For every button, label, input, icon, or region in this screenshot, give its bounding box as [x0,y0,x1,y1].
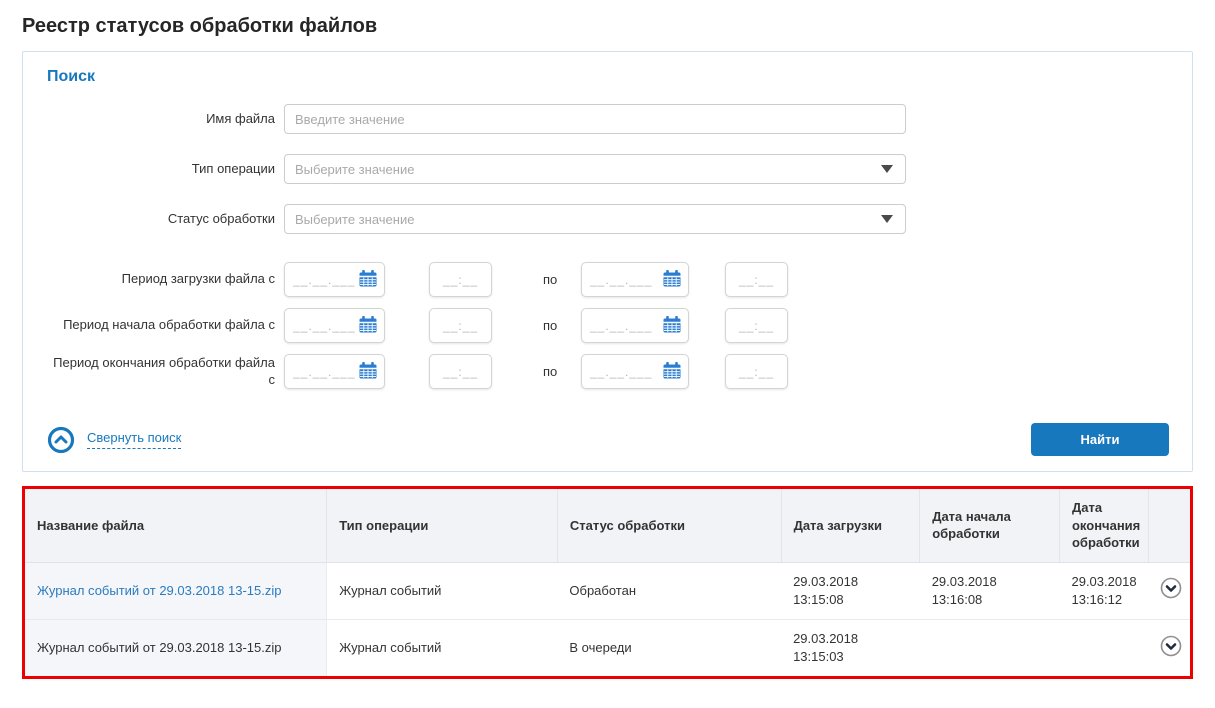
end-date-cell [1059,619,1148,676]
upload-date-cell: 29.03.2018 13:15:08 [781,562,920,619]
end-period-to-time[interactable] [725,354,788,389]
calendar-icon[interactable] [359,270,377,290]
table-header-row: Название файла Тип операции Статус обраб… [25,489,1190,562]
start-period-label: Период начала обработки файла с [47,317,275,333]
time-input[interactable] [737,365,777,379]
to-label: по [543,364,563,379]
date-input[interactable] [590,319,652,333]
upload-period-label: Период загрузки файла с [47,271,275,287]
date-input[interactable] [293,319,355,333]
file-name-row: Имя файла [47,104,1170,134]
upload-period-row: Период загрузки файла с по [47,262,1170,297]
expand-row-chevron-icon[interactable] [1160,635,1182,657]
start-period-to-date[interactable] [581,308,689,343]
date-input[interactable] [293,365,355,379]
start-period-from-time[interactable] [429,308,492,343]
chevron-down-icon [881,165,893,173]
processing-status-label: Статус обработки [47,211,275,227]
chevron-up-circle-icon[interactable] [47,426,75,454]
find-button[interactable]: Найти [1031,423,1169,456]
search-panel: Поиск Имя файла Тип операции Выберите зн… [22,51,1193,472]
time-input[interactable] [737,273,777,287]
end-period-to-date[interactable] [581,354,689,389]
date-input[interactable] [590,365,652,379]
end-period-label: Период окончания обработки файла с [47,355,275,388]
end-period-row: Период окончания обработки файла с по [47,354,1170,389]
upload-period-to-date[interactable] [581,262,689,297]
calendar-icon[interactable] [663,316,681,336]
processing-status-select[interactable]: Выберите значение [284,204,906,234]
calendar-icon[interactable] [663,362,681,382]
calendar-icon[interactable] [663,270,681,290]
end-period-from-time[interactable] [429,354,492,389]
file-name-cell: Журнал событий от 29.03.2018 13-15.zip [25,619,327,676]
processing-status-row: Статус обработки Выберите значение [47,204,1170,234]
operation-type-cell: Журнал событий [327,619,558,676]
collapse-search-toggle[interactable]: Свернуть поиск [47,426,181,454]
to-label: по [543,272,563,287]
operation-type-placeholder: Выберите значение [295,162,414,177]
upload-date-cell: 29.03.2018 13:15:03 [781,619,920,676]
status-cell: В очереди [557,619,781,676]
column-header-upload-date: Дата загрузки [781,489,920,562]
expand-row-chevron-icon[interactable] [1160,577,1182,599]
row-actions-cell [1148,562,1190,619]
panel-footer: Свернуть поиск Найти [47,423,1170,456]
calendar-icon[interactable] [359,316,377,336]
start-period-from-date[interactable] [284,308,385,343]
table-row: Журнал событий от 29.03.2018 13-15.zip Ж… [25,562,1190,619]
start-period-to-time[interactable] [725,308,788,343]
file-link[interactable]: Журнал событий от 29.03.2018 13-15.zip [37,583,281,598]
table-row: Журнал событий от 29.03.2018 13-15.zip Ж… [25,619,1190,676]
processing-status-placeholder: Выберите значение [295,212,414,227]
upload-period-from-date[interactable] [284,262,385,297]
column-header-status: Статус обработки [557,489,781,562]
file-name-label: Имя файла [47,111,275,127]
time-input[interactable] [441,319,481,333]
operation-type-select[interactable]: Выберите значение [284,154,906,184]
start-period-row: Период начала обработки файла с по [47,308,1170,343]
time-input[interactable] [441,273,481,287]
file-name-cell: Журнал событий от 29.03.2018 13-15.zip [25,562,327,619]
chevron-down-icon [881,215,893,223]
column-header-actions [1148,489,1190,562]
column-header-operation-type: Тип операции [327,489,558,562]
operation-type-label: Тип операции [47,161,275,177]
to-label: по [543,318,563,333]
date-input[interactable] [293,273,355,287]
calendar-icon[interactable] [359,362,377,382]
upload-period-to-time[interactable] [725,262,788,297]
file-name-input[interactable] [284,104,906,134]
end-date-cell: 29.03.2018 13:16:12 [1059,562,1148,619]
operation-type-cell: Журнал событий [327,562,558,619]
column-header-end-date: Дата окончания обработки [1059,489,1148,562]
results-table-highlight: Название файла Тип операции Статус обраб… [22,486,1193,679]
search-heading: Поиск [47,68,1170,86]
start-date-cell [920,619,1060,676]
start-date-cell: 29.03.2018 13:16:08 [920,562,1060,619]
column-header-file-name: Название файла [25,489,327,562]
upload-period-from-time[interactable] [429,262,492,297]
time-input[interactable] [737,319,777,333]
row-actions-cell [1148,619,1190,676]
page-title: Реестр статусов обработки файлов [22,15,1193,38]
end-period-from-date[interactable] [284,354,385,389]
operation-type-row: Тип операции Выберите значение [47,154,1170,184]
results-table: Название файла Тип операции Статус обраб… [25,489,1190,676]
time-input[interactable] [441,365,481,379]
column-header-start-date: Дата начала обработки [920,489,1060,562]
collapse-search-link[interactable]: Свернуть поиск [87,430,181,449]
date-input[interactable] [590,273,652,287]
status-cell: Обработан [557,562,781,619]
